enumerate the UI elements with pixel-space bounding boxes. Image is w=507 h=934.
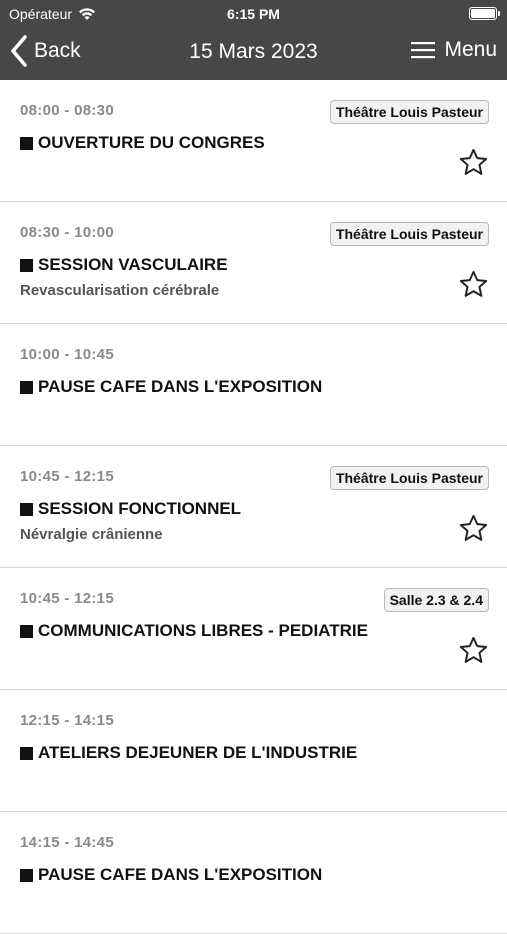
session-room-badge: Théâtre Louis Pasteur: [329, 222, 489, 246]
session-list: 08:00 - 08:30 Théâtre Louis Pasteur OUVERT…: [0, 80, 507, 934]
session-time: 12:15 - 14:15: [20, 712, 114, 729]
session-row[interactable]: 12:15 - 14:15 ATELIERS DEJEUNER DE L'INDU…: [0, 690, 507, 812]
session-title-text: SESSION VASCULAIRE: [38, 255, 228, 274]
square-bullet-icon: [20, 380, 33, 394]
session-title-text: COMMUNICATIONS LIBRES - PEDIATRIE: [38, 621, 368, 640]
session-row[interactable]: 10:45 - 12:15 Théâtre Louis Pasteur SESSIO…: [0, 446, 507, 568]
session-row[interactable]: 10:00 - 10:45 PAUSE CAFE DANS L'EXPOSITIO…: [0, 324, 507, 446]
session-title: PAUSE CAFE DANS L'EXPOSITION: [20, 377, 322, 397]
favorite-star-icon[interactable]: [458, 635, 489, 666]
navigation-bar: Back 15 Mars 2023 Menu: [0, 30, 507, 76]
session-room-badge: Salle 2.3 & 2.4: [383, 588, 489, 612]
square-bullet-icon: [20, 258, 33, 272]
session-title: SESSION FONCTIONNEL: [20, 499, 241, 519]
session-time: 14:15 - 14:45: [20, 834, 114, 851]
favorite-star-icon[interactable]: [458, 269, 489, 300]
session-title-text: SESSION FONCTIONNEL: [38, 499, 242, 518]
session-title: PAUSE CAFE DANS L'EXPOSITION: [20, 865, 322, 885]
square-bullet-icon: [20, 746, 33, 760]
menu-label: Menu: [444, 38, 497, 61]
session-time: 08:30 - 10:00: [20, 224, 114, 241]
session-title: OUVERTURE DU CONGRES: [20, 133, 265, 153]
session-row[interactable]: 10:45 - 12:15 Salle 2.3 & 2.4 COMMUNICATIO…: [0, 568, 507, 690]
app-header: Opérateur 6:15 PM Back 15 Mars 2023 Menu: [0, 0, 507, 80]
session-room-badge: Théâtre Louis Pasteur: [329, 100, 489, 124]
session-title-text: OUVERTURE DU CONGRES: [38, 133, 265, 152]
menu-button[interactable]: Menu: [410, 38, 497, 62]
session-title: COMMUNICATIONS LIBRES - PEDIATRIE: [20, 621, 368, 641]
session-time: 10:45 - 12:15: [20, 590, 114, 607]
favorite-star-icon[interactable]: [458, 147, 489, 178]
session-time: 08:00 - 08:30: [20, 102, 114, 119]
square-bullet-icon: [20, 868, 33, 882]
session-time: 10:45 - 12:15: [20, 468, 114, 485]
status-bar: Opérateur 6:15 PM: [0, 0, 507, 28]
session-subtitle: Revascularisation cérébrale: [20, 282, 220, 299]
session-row[interactable]: 08:00 - 08:30 Théâtre Louis Pasteur OUVERT…: [0, 80, 507, 202]
favorite-star-icon[interactable]: [458, 513, 489, 544]
hamburger-menu-icon: [410, 40, 436, 60]
battery-icon: [469, 7, 500, 20]
square-bullet-icon: [20, 502, 33, 516]
session-title: SESSION VASCULAIRE: [20, 255, 228, 275]
session-subtitle: Névralgie crânienne: [20, 526, 163, 543]
session-title-text: ATELIERS DEJEUNER DE L'INDUSTRIE: [38, 743, 358, 762]
square-bullet-icon: [20, 624, 33, 638]
session-title-text: PAUSE CAFE DANS L'EXPOSITION: [38, 377, 323, 396]
session-row[interactable]: 08:30 - 10:00 Théâtre Louis Pasteur SESSIO…: [0, 202, 507, 324]
square-bullet-icon: [20, 136, 33, 150]
session-room-badge: Théâtre Louis Pasteur: [329, 466, 489, 490]
session-title: ATELIERS DEJEUNER DE L'INDUSTRIE: [20, 743, 357, 763]
status-time: 6:15 PM: [227, 6, 280, 22]
session-time: 10:00 - 10:45: [20, 346, 114, 363]
session-title-text: PAUSE CAFE DANS L'EXPOSITION: [38, 865, 323, 884]
session-row[interactable]: 14:15 - 14:45 PAUSE CAFE DANS L'EXPOSITIO…: [0, 812, 507, 934]
